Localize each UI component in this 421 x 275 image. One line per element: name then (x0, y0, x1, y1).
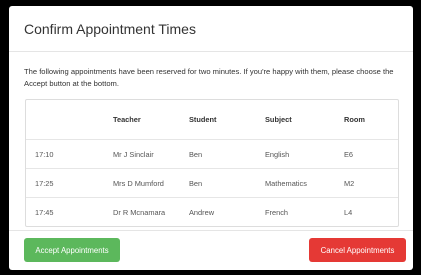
appointment-student: Ben (189, 139, 265, 169)
column-header-subject: Subject (265, 115, 292, 124)
dialog-body: The following appointments have been res… (9, 52, 413, 227)
appointment-room: E6 (344, 139, 398, 169)
appointment-time: 17:10 (26, 139, 113, 169)
appointment-subject: French (265, 197, 344, 226)
appointment-room: M2 (344, 168, 398, 198)
appointment-student: Andrew (189, 197, 265, 226)
column-header-teacher: Teacher (113, 115, 141, 124)
cancel-appointments-button[interactable]: Cancel Appointments (309, 238, 406, 262)
column-header-time (26, 100, 113, 140)
table-row: 17:25 Mrs D Mumford Ben Mathematics M2 (26, 168, 398, 198)
appointments-table-container: Teacher Student Subject Room 17:10 Mr J … (25, 99, 399, 227)
appointment-time: 17:45 (26, 197, 113, 226)
confirm-appointments-dialog: Confirm Appointment Times The following … (9, 6, 413, 270)
dialog-header: Confirm Appointment Times (9, 6, 413, 52)
dialog-footer: Accept Appointments Cancel Appointments (9, 230, 413, 270)
appointment-subject: English (265, 139, 344, 169)
appointment-subject: Mathematics (265, 168, 344, 198)
appointment-teacher: Dr R Mcnamara (113, 197, 189, 226)
table-row: 17:45 Dr R Mcnamara Andrew French L4 (26, 197, 398, 226)
appointment-time: 17:25 (26, 168, 113, 198)
appointments-table: Teacher Student Subject Room 17:10 Mr J … (26, 100, 398, 226)
appointment-student: Ben (189, 168, 265, 198)
appointment-teacher: Mrs D Mumford (113, 168, 189, 198)
intro-text: The following appointments have been res… (24, 67, 394, 88)
appointment-room: L4 (344, 197, 398, 226)
table-row: 17:10 Mr J Sinclair Ben English E6 (26, 139, 398, 169)
column-header-room: Room (344, 115, 365, 124)
appointment-teacher: Mr J Sinclair (113, 139, 189, 169)
accept-appointments-button[interactable]: Accept Appointments (24, 238, 120, 262)
dialog-title: Confirm Appointment Times (24, 21, 196, 37)
column-header-student: Student (189, 115, 217, 124)
table-header-row: Teacher Student Subject Room (26, 100, 398, 140)
